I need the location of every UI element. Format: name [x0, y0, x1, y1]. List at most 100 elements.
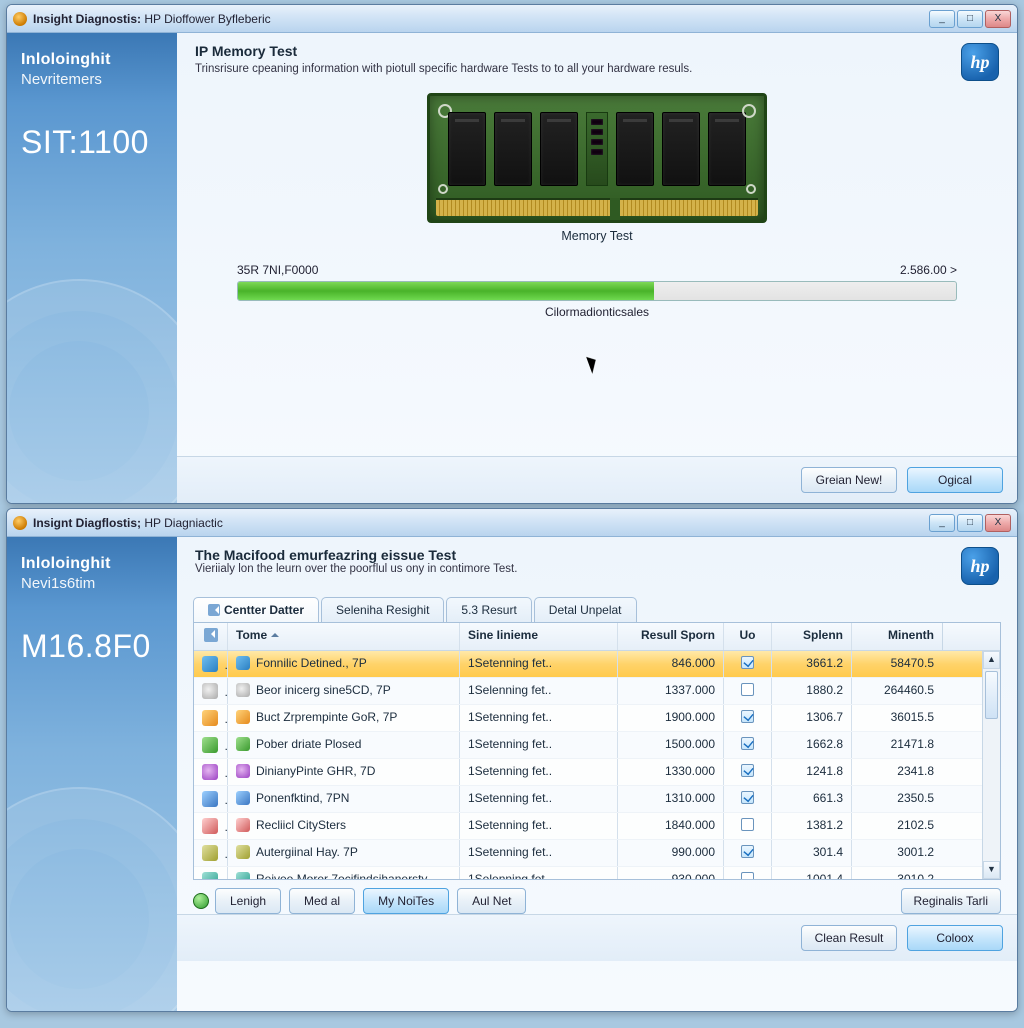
table-row[interactable]: Reivee Morer 7ocifindsihanersty1Selennin…: [194, 867, 1000, 879]
row-type-icon: [202, 872, 218, 879]
window-title: Insignt Diagflostis; HP Diagniactic: [33, 516, 223, 530]
reginalis-button[interactable]: Reginalis Tarli: [901, 888, 1001, 914]
tab-label: Seleniha Resighit: [336, 603, 429, 617]
cell-uo[interactable]: [724, 813, 772, 839]
table-row[interactable]: Buct Zrprempinte GoR, 7P1Setenning fet..…: [194, 705, 1000, 732]
row-type-icon: [202, 656, 218, 672]
checkbox[interactable]: [741, 710, 754, 723]
lenigh-button[interactable]: Lenigh: [215, 888, 281, 914]
column-header-uo[interactable]: Uo: [724, 623, 772, 650]
cell-uo[interactable]: [724, 705, 772, 731]
scrollbar-header: [942, 623, 960, 650]
titlebar[interactable]: Insignt Diagflostis; HP Diagniactic _ □ …: [7, 509, 1017, 537]
status-dot-icon: [193, 893, 209, 909]
tab-5-3-resurt[interactable]: 5.3 Resurt: [446, 597, 531, 622]
hp-logo-icon: hp: [961, 43, 999, 81]
sidebar: Inloloinghit Nevritemers SIT:1100: [7, 33, 177, 503]
page-subtitle: Trinsrisure cpeaning information with pi…: [195, 63, 692, 75]
tab-detal-unpelat[interactable]: Detal Unpelat: [534, 597, 637, 622]
checkbox[interactable]: [741, 683, 754, 696]
column-header-splenn[interactable]: Splenn: [772, 623, 852, 650]
row-type-icon: [202, 737, 218, 753]
mynotes-button[interactable]: My NoiTes: [363, 888, 449, 914]
tab-label: 5.3 Resurt: [461, 603, 516, 617]
cell-tome: DinianyPinte GHR, 7D: [228, 759, 460, 785]
ram-illustration: Memory Test: [427, 93, 767, 243]
scroll-up-icon[interactable]: ▲: [983, 651, 1000, 669]
row-type-icon: [202, 845, 218, 861]
checkbox[interactable]: [741, 791, 754, 804]
checkbox[interactable]: [741, 764, 754, 777]
app-icon: [13, 12, 27, 26]
cell-uo[interactable]: [724, 840, 772, 866]
cell-uo[interactable]: [724, 651, 772, 677]
table-row[interactable]: Fonnilic Detined., 7P1Setenning fet..846…: [194, 651, 1000, 678]
sidebar-title: Inloloinghit: [21, 51, 163, 69]
cell-uo[interactable]: [724, 759, 772, 785]
clean-result-button[interactable]: Clean Result: [801, 925, 897, 951]
cell-uo[interactable]: [724, 786, 772, 812]
cell-tome: Reivee Morer 7ocifindsihanersty: [228, 867, 460, 879]
progress-right-label: 2.586.00 >: [900, 263, 957, 277]
medal-button[interactable]: Med al: [289, 888, 355, 914]
ogical-button[interactable]: Ogical: [907, 467, 1003, 493]
sidebar: Inloloinghit Nevi1s6tim M16.8F0: [7, 537, 177, 1011]
row-item-icon: [236, 845, 250, 859]
table-row[interactable]: Recliicl CitySters1Setenning fet..1840.0…: [194, 813, 1000, 840]
cell-tome: Pober driate Plosed: [228, 732, 460, 758]
checkbox[interactable]: [741, 737, 754, 750]
checkbox[interactable]: [741, 656, 754, 669]
column-header-tome[interactable]: Tome: [228, 623, 460, 650]
checkbox[interactable]: [741, 845, 754, 858]
cell-tome: Beor inicerg sine5CD, 7P: [228, 678, 460, 704]
column-header-sine[interactable]: Sine Iinieme: [460, 623, 618, 650]
maximize-button[interactable]: □: [957, 514, 983, 532]
table-row[interactable]: DinianyPinte GHR, 7D1Setenning fet..1330…: [194, 759, 1000, 786]
close-button[interactable]: X: [985, 514, 1011, 532]
scroll-down-icon[interactable]: ▼: [983, 861, 1000, 879]
header-back-icon: [204, 628, 218, 642]
results-table: TomeSine IiniemeResull SpornUoSplennMine…: [193, 622, 1001, 880]
cell-uo[interactable]: [724, 732, 772, 758]
cell-uo[interactable]: [724, 678, 772, 704]
minimize-button[interactable]: _: [929, 10, 955, 28]
row-item-icon: [236, 710, 250, 724]
column-header-icon[interactable]: [194, 623, 228, 650]
ram-label: Memory Test: [427, 229, 767, 243]
checkbox[interactable]: [741, 872, 754, 879]
vertical-scrollbar[interactable]: ▲ ▼: [982, 651, 1000, 879]
page-subtitle: Vieriialy lon the leurn over the poorflu…: [195, 563, 517, 575]
scroll-thumb[interactable]: [985, 671, 998, 719]
titlebar[interactable]: Insight Diagnostis: HP Dioffower Byflebe…: [7, 5, 1017, 33]
table-row[interactable]: Beor inicerg sine5CD, 7P1Selenning fet..…: [194, 678, 1000, 705]
maximize-button[interactable]: □: [957, 10, 983, 28]
tab-centter-datter[interactable]: Centter Datter: [193, 597, 319, 622]
cell-uo[interactable]: [724, 867, 772, 879]
window-title: Insight Diagnostis: HP Dioffower Byflebe…: [33, 12, 271, 26]
sidebar-title: Inloloinghit: [21, 555, 163, 573]
window-memory-test: Insight Diagnostis: HP Dioffower Byflebe…: [6, 4, 1018, 504]
tab-seleniha-resighit[interactable]: Seleniha Resighit: [321, 597, 444, 622]
progress-left-label: 35R 7NI,F0000: [237, 263, 318, 277]
close-button[interactable]: X: [985, 10, 1011, 28]
tab-label: Centter Datter: [224, 603, 304, 617]
row-item-icon: [236, 683, 250, 697]
column-header-minenth[interactable]: Minenth: [852, 623, 942, 650]
table-row[interactable]: Autergiinal Hay. 7P1Setenning fet..990.0…: [194, 840, 1000, 867]
checkbox[interactable]: [741, 818, 754, 831]
minimize-button[interactable]: _: [929, 514, 955, 532]
cell-tome: Autergiinal Hay. 7P: [228, 840, 460, 866]
sidebar-subtitle: Nevi1s6tim: [21, 575, 163, 592]
coloox-button[interactable]: Coloox: [907, 925, 1003, 951]
column-header-sporn[interactable]: Resull Sporn: [618, 623, 724, 650]
row-item-icon: [236, 872, 250, 879]
table-row[interactable]: Ponenfktind, 7PN1Setenning fet..1310.000…: [194, 786, 1000, 813]
cell-tome: Fonnilic Detined., 7P: [228, 651, 460, 677]
mouse-cursor-icon: [586, 354, 600, 374]
grean-new-button[interactable]: Greian New!: [801, 467, 897, 493]
page-title: IP Memory Test: [195, 43, 692, 59]
aulnet-button[interactable]: Aul Net: [457, 888, 526, 914]
table-row[interactable]: Pober driate Plosed1Setenning fet..1500.…: [194, 732, 1000, 759]
row-type-icon: [202, 683, 218, 699]
row-type-icon: [202, 791, 218, 807]
